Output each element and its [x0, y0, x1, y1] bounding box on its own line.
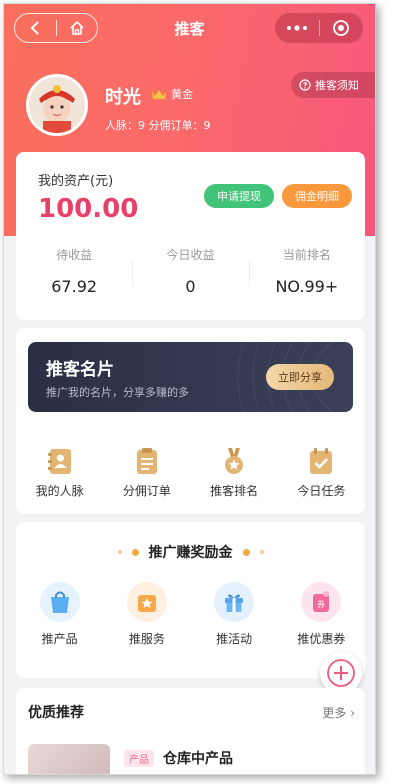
reward-label: 推产品: [41, 632, 78, 646]
star-box-icon: [137, 595, 156, 612]
quick-label: 分佣订单: [122, 484, 171, 498]
shopping-bag-icon: [50, 591, 69, 613]
target-circle-icon: [333, 20, 350, 36]
quick-rankings[interactable]: 推客排名: [191, 446, 278, 499]
banner-subtitle: 推广我的名片，分享多赚的多: [46, 386, 189, 399]
decor-dot: [259, 550, 264, 554]
product-thumbnail[interactable]: [28, 744, 110, 774]
product-tag: 产品: [124, 750, 154, 767]
notice-button[interactable]: 推客须知: [291, 72, 375, 98]
reward-section-title: 推广赚奖励金: [16, 542, 365, 562]
more-menu-button[interactable]: [275, 13, 319, 43]
more-label: 更多: [322, 706, 347, 720]
plus-circle-icon: [327, 659, 355, 687]
home-icon: [70, 20, 84, 35]
promote-coupon[interactable]: 券 推优惠券: [278, 582, 365, 647]
asset-value: 100.00: [38, 194, 139, 224]
stat-pending[interactable]: 待收益 67.92: [16, 246, 132, 296]
recommend-title: 优质推荐: [28, 705, 84, 721]
asset-label: 我的资产(元): [38, 174, 114, 189]
phone-frame: 推客 时光 黄金 人脉：9 分佣订单：9 推客须知 我的资产(元) 100.00…: [3, 3, 376, 775]
decor-dot: [117, 550, 122, 554]
decor-dot: [131, 548, 139, 556]
notice-label: 推客须知: [315, 79, 359, 92]
baby-photo-icon: [29, 77, 85, 133]
stat-value: NO.99+: [275, 277, 339, 296]
promo-card: 推客名片 推广我的名片，分享多赚的多 立即分享 我的人脉 分佣订单 推客排名 今…: [16, 328, 365, 514]
business-card-banner[interactable]: 推客名片 推广我的名片，分享多赚的多 立即分享: [28, 342, 353, 412]
quick-label: 我的人脉: [35, 484, 84, 498]
question-circle-icon: [299, 79, 311, 91]
withdraw-button[interactable]: 申请提现: [204, 184, 274, 208]
asset-stats: 待收益 67.92 今日收益 0 当前排名 NO.99+: [16, 246, 365, 296]
home-button[interactable]: [57, 14, 98, 42]
crown-icon: [151, 89, 167, 100]
quick-actions: 我的人脉 分佣订单 推客排名 今日任务: [16, 446, 365, 499]
more-dots-icon: [286, 25, 307, 31]
svg-text:券: 券: [317, 599, 325, 609]
back-button[interactable]: [15, 14, 56, 42]
quick-label: 推客排名: [210, 484, 259, 498]
reward-label: 推活动: [216, 632, 253, 646]
order-clipboard-icon: [136, 448, 157, 474]
quick-my-contacts[interactable]: 我的人脉: [16, 446, 103, 499]
reward-title: 推广赚奖励金: [148, 545, 233, 561]
reward-label: 推优惠券: [297, 632, 346, 646]
reward-actions: 推产品 推服务 推活动 券 推优惠券: [16, 582, 365, 647]
icon-circle: [126, 582, 167, 622]
share-now-button[interactable]: 立即分享: [266, 364, 334, 390]
promote-service[interactable]: 推服务: [103, 582, 190, 647]
avatar[interactable]: [26, 74, 88, 136]
quick-label: 今日任务: [297, 484, 346, 498]
level-badge: 黄金: [151, 86, 193, 102]
promote-product[interactable]: 推产品: [16, 582, 103, 647]
icon-circle: 券: [301, 582, 342, 622]
gift-icon: [225, 594, 244, 612]
icon-circle: [214, 582, 255, 622]
level-label: 黄金: [171, 88, 193, 101]
chevron-right-icon: ›: [350, 706, 355, 720]
medal-icon: [225, 448, 244, 474]
nav-capsule-right: [275, 13, 363, 43]
back-arrow-icon: [30, 21, 39, 35]
stat-value: 0: [185, 277, 196, 296]
banner-title: 推客名片: [46, 360, 114, 380]
stat-label: 当前排名: [282, 248, 331, 262]
reward-label: 推服务: [128, 632, 165, 646]
nav-capsule-left: [14, 13, 98, 43]
coupon-icon: 券: [313, 591, 330, 612]
asset-card: 我的资产(元) 100.00 申请提现 佣金明细 待收益 67.92 今日收益 …: [16, 152, 365, 320]
icon-circle: [39, 582, 80, 622]
promote-activity[interactable]: 推活动: [191, 582, 278, 647]
stat-rank[interactable]: 当前排名 NO.99+: [248, 246, 365, 296]
quick-today-tasks[interactable]: 今日任务: [278, 446, 365, 499]
user-name: 时光: [105, 87, 141, 108]
profile-stats: 人脉：9 分佣订单：9: [105, 119, 211, 132]
product-name[interactable]: 仓库中产品: [163, 748, 233, 768]
commission-detail-button[interactable]: 佣金明细: [282, 184, 352, 208]
decor-dot: [242, 548, 250, 556]
task-check-icon: [310, 448, 333, 474]
stat-label: 今日收益: [166, 248, 215, 262]
quick-commission-orders[interactable]: 分佣订单: [103, 446, 190, 499]
stat-value: 67.92: [51, 277, 98, 296]
stat-today[interactable]: 今日收益 0: [132, 246, 248, 296]
recommend-card: 优质推荐 更多 › 产品 仓库中产品: [16, 688, 365, 774]
reward-card: 推广赚奖励金 推产品 推服务 推活动 券 推优惠券: [16, 522, 365, 678]
contacts-book-icon: [47, 449, 71, 474]
stat-label: 待收益: [56, 248, 93, 262]
close-miniapp-button[interactable]: [320, 13, 364, 43]
more-link[interactable]: 更多 ›: [322, 704, 355, 721]
